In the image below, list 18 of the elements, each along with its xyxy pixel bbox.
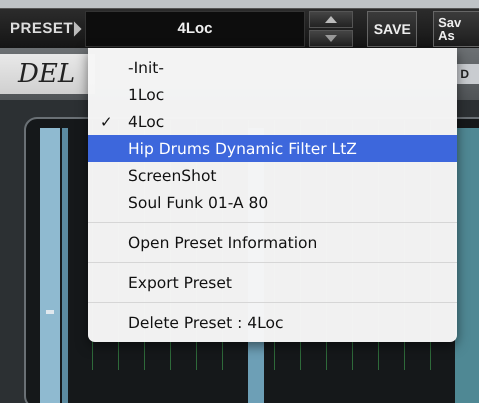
menu-item[interactable]: Hip Drums Dynamic Filter LtZ <box>88 135 457 162</box>
save-as-button[interactable]: Sav As <box>433 10 479 46</box>
preset-label: PRESET <box>9 20 74 37</box>
down-arrow-icon <box>325 34 338 42</box>
menu-item[interactable]: Delete Preset : 4Loc <box>88 309 457 336</box>
check-mark-icon: ✓ <box>100 112 113 130</box>
down-button[interactable] <box>309 30 354 46</box>
play-arrow-icon[interactable] <box>73 20 83 38</box>
menu-item[interactable]: ScreenShot <box>88 162 457 189</box>
up-arrow-icon <box>325 16 338 22</box>
side-label: D <box>456 64 479 84</box>
menu-item[interactable]: Open Preset Information <box>88 229 457 256</box>
menu-item[interactable]: Soul Funk 01-A 80 <box>88 189 457 216</box>
save-button[interactable]: SAVE <box>367 10 418 46</box>
menu-item[interactable]: Export Preset <box>88 269 457 296</box>
up-button[interactable] <box>309 10 354 28</box>
preset-field[interactable]: 4Loc <box>84 10 306 46</box>
menu-item[interactable]: 4Loc <box>128 112 164 130</box>
